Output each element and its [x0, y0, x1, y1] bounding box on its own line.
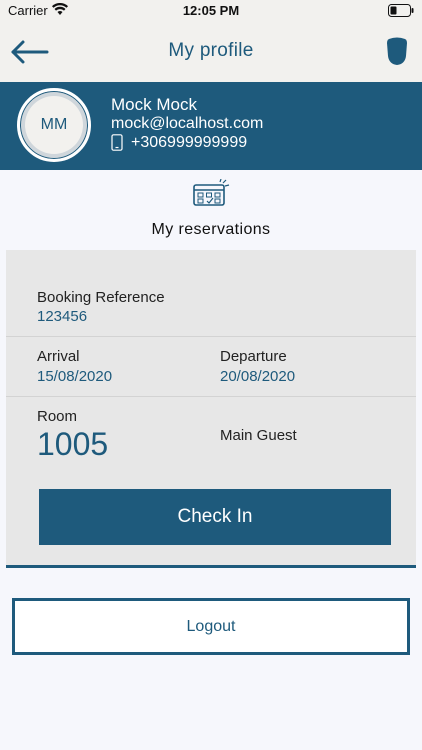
status-time: 12:05 PM: [182, 3, 240, 18]
profile-email: mock@localhost.com: [111, 115, 264, 132]
main-guest-label: Main Guest: [220, 427, 297, 444]
check-in-button[interactable]: Check In: [39, 489, 391, 545]
divider: [6, 396, 416, 397]
avatar: MM: [17, 88, 91, 162]
room-label: Room: [37, 408, 78, 425]
departure-label: Departure: [220, 348, 287, 365]
arrival-value: 15/08/2020: [37, 368, 113, 385]
profile-phone: +306999999999: [131, 134, 248, 151]
reservation-card: Booking Reference 123456 Arrival 15/08/2…: [6, 250, 416, 568]
avatar-initials: MM: [40, 116, 68, 133]
reservations-title: My reservations: [151, 221, 271, 238]
profile-name: Mock Mock: [111, 95, 197, 114]
nav-bar: My profile: [0, 22, 422, 82]
shield-icon[interactable]: [386, 36, 408, 66]
room-number: 1005: [37, 426, 109, 462]
mobile-phone-icon: [111, 134, 123, 151]
logout-button[interactable]: Logout: [12, 598, 410, 655]
divider: [6, 336, 416, 337]
calendar-icon: [193, 179, 230, 206]
status-bar: Carrier 12:05 PM: [0, 0, 422, 22]
profile-header: MM Mock Mock mock@localhost.com +3069999…: [0, 82, 422, 170]
departure-value: 20/08/2020: [220, 368, 296, 385]
page-title: My profile: [168, 40, 254, 61]
battery-icon: [388, 4, 414, 17]
arrival-label: Arrival: [37, 348, 80, 365]
booking-reference-label: Booking Reference: [37, 289, 165, 306]
booking-reference-value: 123456: [37, 308, 88, 325]
